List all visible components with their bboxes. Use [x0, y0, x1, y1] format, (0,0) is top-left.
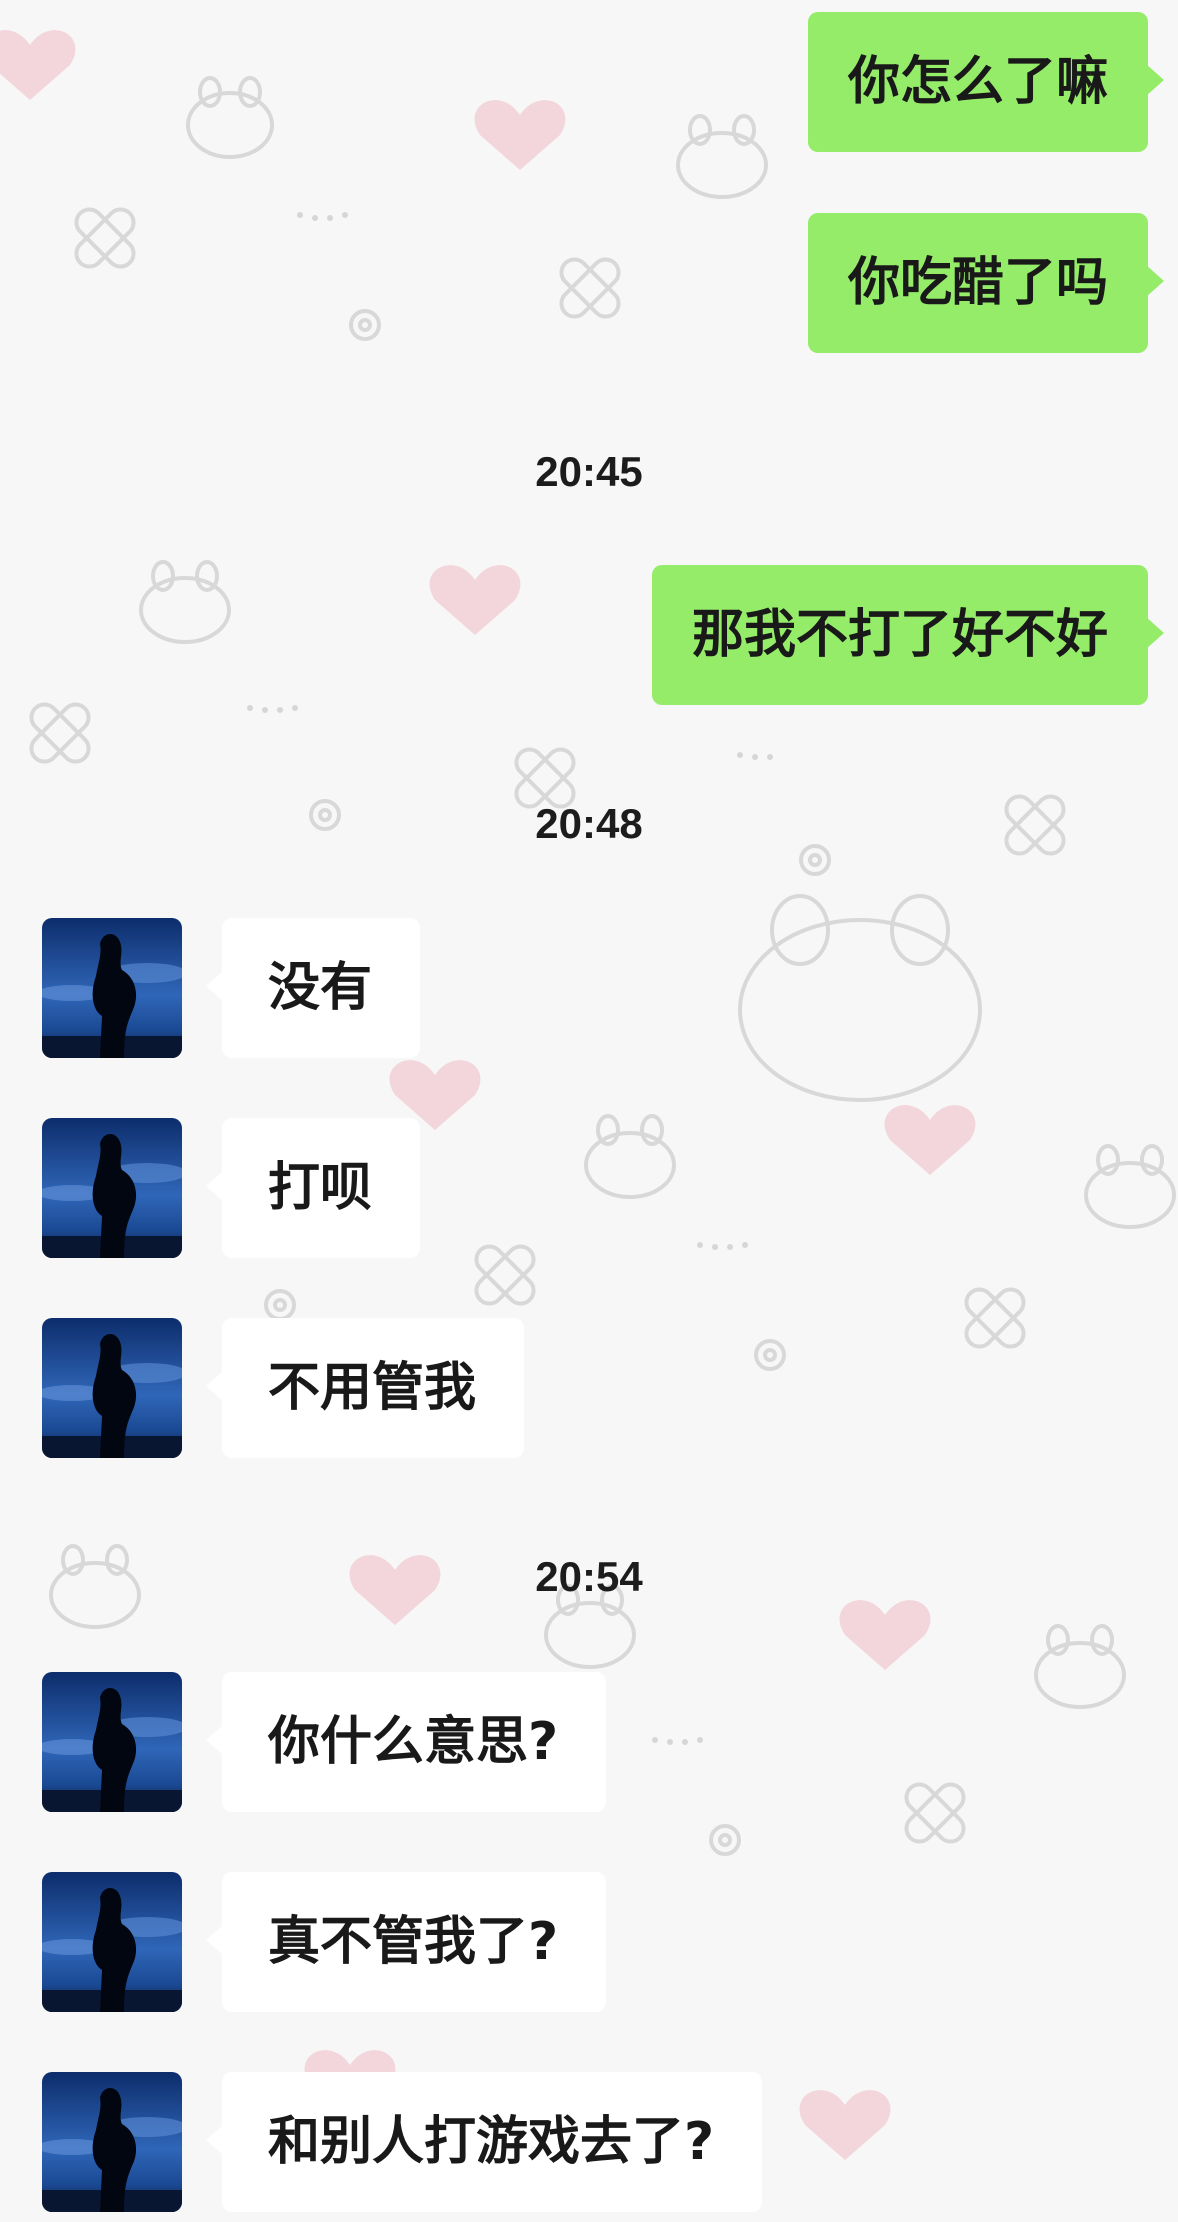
- contact-avatar[interactable]: [42, 1318, 182, 1458]
- outgoing-message-bubble[interactable]: 你怎么了嘛: [807, 12, 1165, 152]
- silhouette-photo-icon: [42, 918, 182, 1058]
- incoming-message-bubble[interactable]: 没有: [205, 918, 421, 1058]
- message-timestamp: 20:48: [535, 800, 643, 847]
- bunny-doodle-icon: [584, 1114, 676, 1199]
- bandage-doodle-icon: [29, 702, 91, 764]
- silhouette-photo-icon: [42, 2072, 182, 2212]
- swirl-doodle-icon: [709, 1824, 741, 1856]
- bandage-doodle-icon: [559, 257, 621, 319]
- incoming-message-bubble[interactable]: 不用管我: [205, 1318, 525, 1458]
- contact-avatar[interactable]: [42, 918, 182, 1058]
- bunny-doodle-icon: [139, 560, 231, 644]
- heart-doodle-icon: [474, 100, 566, 170]
- message-timestamp: 20:45: [535, 448, 643, 495]
- bandage-doodle-icon: [74, 207, 136, 269]
- heart-doodle-icon: [839, 1600, 931, 1670]
- swirl-doodle-icon: [799, 844, 831, 876]
- outgoing-message-bubble[interactable]: 那我不打了好不好: [651, 565, 1165, 705]
- swirl-doodle-icon: [349, 309, 381, 341]
- contact-avatar[interactable]: [42, 1672, 182, 1812]
- silhouette-photo-icon: [42, 1672, 182, 1812]
- bandage-doodle-icon: [904, 1782, 966, 1844]
- incoming-message-bubble[interactable]: 真不管我了?: [205, 1872, 607, 2012]
- bunny-doodle-icon: [738, 894, 982, 1102]
- message-timestamp: 20:54: [535, 1553, 643, 1600]
- silhouette-photo-icon: [42, 1872, 182, 2012]
- bunny-doodle-icon: [1084, 1144, 1176, 1229]
- bunny-doodle-icon: [1034, 1624, 1126, 1709]
- swirl-doodle-icon: [264, 1289, 296, 1321]
- bandage-doodle-icon: [964, 1287, 1026, 1349]
- heart-doodle-icon: [429, 565, 521, 635]
- bunny-doodle-icon: [186, 76, 274, 159]
- bandage-doodle-icon: [474, 1244, 536, 1306]
- contact-avatar[interactable]: [42, 1118, 182, 1258]
- contact-avatar[interactable]: [42, 2072, 182, 2212]
- incoming-message-bubble[interactable]: 你什么意思?: [205, 1672, 607, 1812]
- incoming-message-bubble[interactable]: 和别人打游戏去了?: [205, 2072, 763, 2212]
- heart-doodle-icon: [799, 2090, 891, 2160]
- heart-doodle-icon: [884, 1105, 976, 1175]
- chat-window: 你怎么了嘛 你吃醋了吗 20:45 那我不打了好不好 20:48 没有 打呗 不…: [0, 0, 1178, 2222]
- silhouette-photo-icon: [42, 1318, 182, 1458]
- contact-avatar[interactable]: [42, 1872, 182, 2012]
- heart-doodle-icon: [0, 30, 76, 100]
- outgoing-message-bubble[interactable]: 你吃醋了吗: [807, 213, 1165, 353]
- incoming-message-bubble[interactable]: 打呗: [205, 1118, 421, 1258]
- bunny-doodle-icon: [676, 114, 768, 199]
- silhouette-photo-icon: [42, 1118, 182, 1258]
- swirl-doodle-icon: [754, 1339, 786, 1371]
